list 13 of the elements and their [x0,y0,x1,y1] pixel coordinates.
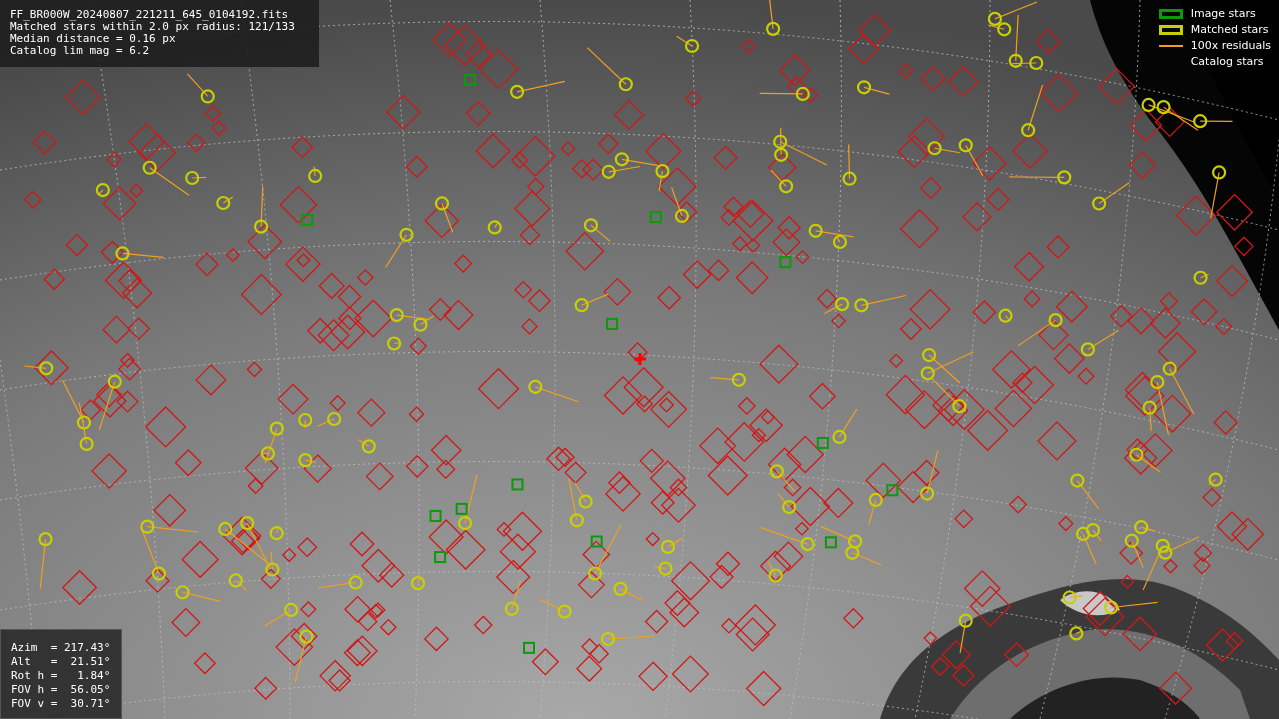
pointing-text: FOV h = 56.05° [11,683,111,697]
pointing-text: Alt = 21.51° [11,655,111,669]
pointing-text: FOV v = 30.71° [11,697,111,711]
info-text: FF_BR000W_20240807_221211_645_0104192.fits [10,9,290,21]
info-text: Median distance = 0.16 px [10,33,177,45]
pointing-text: Rot h = 1.84° [11,669,111,683]
legend-label: Catalog stars [1190,54,1264,69]
legend-label: Matched stars [1190,22,1269,37]
info-text: Catalog lim mag = 6.2 [10,45,151,57]
legend-label: 100x residuals [1190,38,1271,53]
info-text: Matched stars within 2.0 px radius: 121/133 [10,21,296,33]
pointing-text: Azim = 217.43° [11,641,111,655]
legend-label: Image stars [1190,6,1256,21]
